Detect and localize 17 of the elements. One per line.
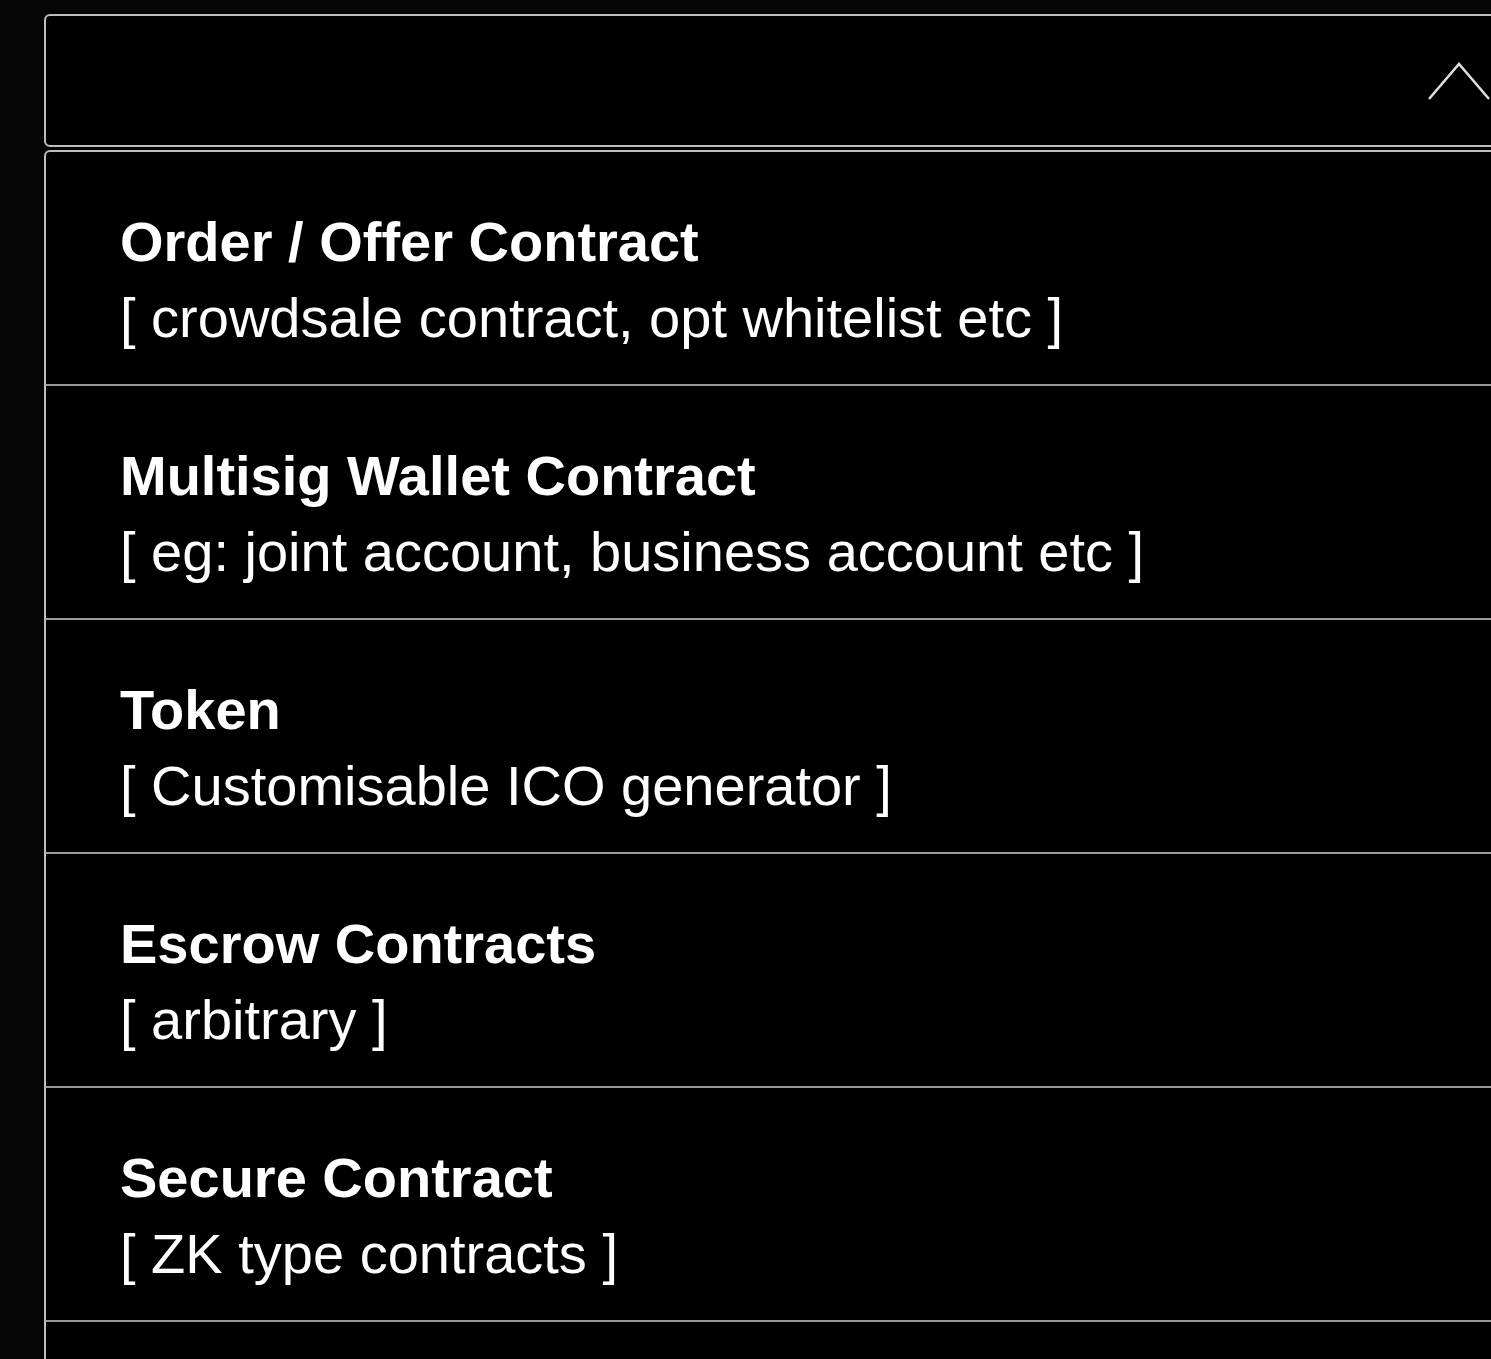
option-title: Escrow Contracts: [120, 911, 598, 977]
option-subtitle: [ eg: joint account, business account etc ]: [120, 519, 1146, 585]
option-title: Token: [120, 677, 282, 743]
option-item[interactable]: Token [ Customisable ICO generator ]: [46, 620, 1491, 854]
option-subtitle: [ Customisable ICO generator ]: [120, 753, 893, 819]
option-subtitle: [ arbitrary ]: [120, 987, 389, 1053]
dropdown-toggle[interactable]: [44, 14, 1491, 147]
option-title: Order / Offer Contract: [120, 209, 700, 275]
option-item[interactable]: Secure Contract [ ZK type contracts ]: [46, 1088, 1491, 1322]
option-subtitle: [ crowdsale contract, opt whitelist etc ]: [120, 285, 1065, 351]
option-title: Secure Contract: [120, 1145, 554, 1211]
option-subtitle: [ ZK type contracts ]: [120, 1221, 619, 1287]
chevron-up-icon: [1428, 60, 1490, 101]
option-item[interactable]: Escrow Contracts [ arbitrary ]: [46, 854, 1491, 1088]
option-item[interactable]: Multisig Wallet Contract [ eg: joint account, business account etc ]: [46, 386, 1491, 620]
option-item[interactable]: Order / Offer Contract [ crowdsale contract, opt whitelist etc ]: [46, 152, 1491, 386]
option-title: Multisig Wallet Contract: [120, 443, 757, 509]
